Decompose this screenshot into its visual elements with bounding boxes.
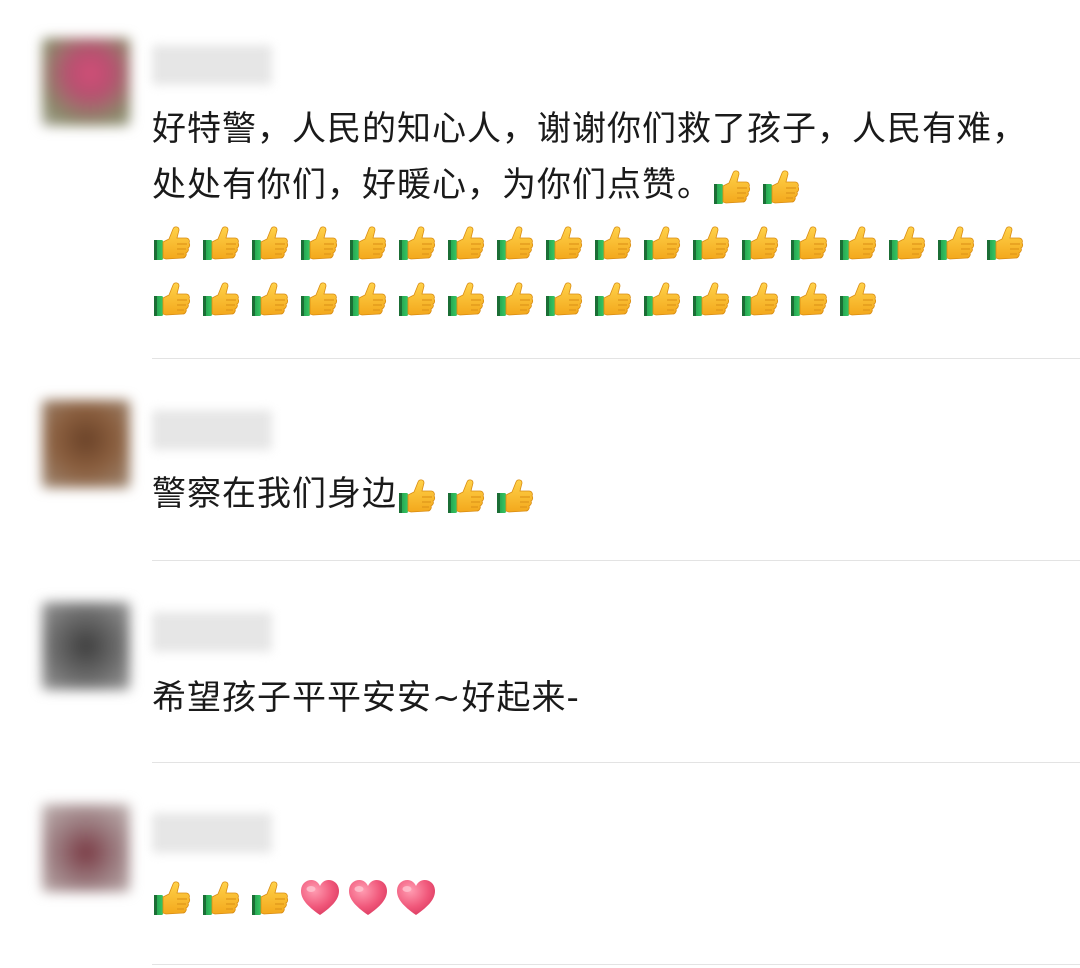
thumbs-group xyxy=(152,876,299,916)
heart-icon xyxy=(395,878,437,918)
thumbs-up-icon xyxy=(495,279,535,319)
thumbs-up-icon xyxy=(642,279,682,319)
thumbs-up-icon xyxy=(397,476,437,516)
emoji-row xyxy=(152,269,1052,325)
thumbs-up-icon xyxy=(761,167,801,207)
thumbs-up-icon xyxy=(593,279,633,319)
username-blurred[interactable] xyxy=(152,45,272,85)
thumbs-up-icon xyxy=(712,167,752,207)
thumbs-up-icon xyxy=(544,279,584,319)
thumbs-up-icon xyxy=(250,878,290,918)
thumbs-up-icon xyxy=(348,223,388,263)
thumbs-up-icon xyxy=(740,279,780,319)
thumbs-up-icon xyxy=(887,223,927,263)
thumbs-up-icon xyxy=(985,223,1025,263)
comment-text-content: 好特警，人民的知心人，谢谢你们救了孩子，人民有难，处处有你们，好暖心，为你们点赞… xyxy=(152,109,1027,205)
comment-text-content: 希望孩子平平安安~好起来- xyxy=(152,678,580,718)
thumbs-up-icon xyxy=(593,223,633,263)
thumbs-up-icon xyxy=(152,878,192,918)
heart-icon xyxy=(299,878,341,918)
heart-icon xyxy=(347,878,389,918)
thumbs-group xyxy=(712,165,810,205)
thumbs-up-icon xyxy=(446,476,486,516)
divider xyxy=(152,762,1080,763)
divider xyxy=(152,358,1080,359)
comment-text: 好特警，人民的知心人，谢谢你们救了孩子，人民有难，处处有你们，好暖心，为你们点赞… xyxy=(152,101,1052,325)
thumbs-up-icon xyxy=(691,279,731,319)
comment-text: 希望孩子平平安安~好起来- xyxy=(152,670,1052,726)
avatar[interactable] xyxy=(42,400,130,488)
avatar[interactable] xyxy=(42,38,130,126)
thumbs-up-icon xyxy=(642,223,682,263)
thumbs-up-icon xyxy=(789,223,829,263)
thumbs-up-icon xyxy=(152,223,192,263)
hearts-group xyxy=(299,876,443,916)
divider xyxy=(152,964,1080,965)
thumbs-up-icon xyxy=(348,279,388,319)
avatar[interactable] xyxy=(42,804,130,892)
thumbs-group xyxy=(397,474,544,514)
thumbs-up-icon xyxy=(936,223,976,263)
thumbs-up-icon xyxy=(250,279,290,319)
thumbs-up-icon xyxy=(201,878,241,918)
thumbs-up-icon xyxy=(740,223,780,263)
thumbs-up-icon xyxy=(397,279,437,319)
thumbs-up-icon xyxy=(201,279,241,319)
username-blurred[interactable] xyxy=(152,410,272,450)
thumbs-up-icon xyxy=(838,223,878,263)
thumbs-up-icon xyxy=(152,279,192,319)
emoji-row xyxy=(152,213,1052,269)
thumbs-up-icon xyxy=(495,476,535,516)
thumbs-up-icon xyxy=(838,279,878,319)
thumbs-up-icon xyxy=(495,223,535,263)
thumbs-up-icon xyxy=(397,223,437,263)
thumbs-up-icon xyxy=(299,223,339,263)
thumbs-up-icon xyxy=(446,279,486,319)
comment-text xyxy=(152,868,1052,924)
comment-text-content: 警察在我们身边 xyxy=(152,474,397,514)
thumbs-up-icon xyxy=(691,223,731,263)
avatar[interactable] xyxy=(42,602,130,690)
comment-text: 警察在我们身边 xyxy=(152,466,1052,522)
thumbs-up-icon xyxy=(201,223,241,263)
username-blurred[interactable] xyxy=(152,612,272,652)
thumbs-up-icon xyxy=(299,279,339,319)
username-blurred[interactable] xyxy=(152,813,272,853)
thumbs-up-icon xyxy=(250,223,290,263)
thumbs-up-icon xyxy=(789,279,829,319)
thumbs-up-icon xyxy=(544,223,584,263)
divider xyxy=(152,560,1080,561)
thumbs-up-icon xyxy=(446,223,486,263)
